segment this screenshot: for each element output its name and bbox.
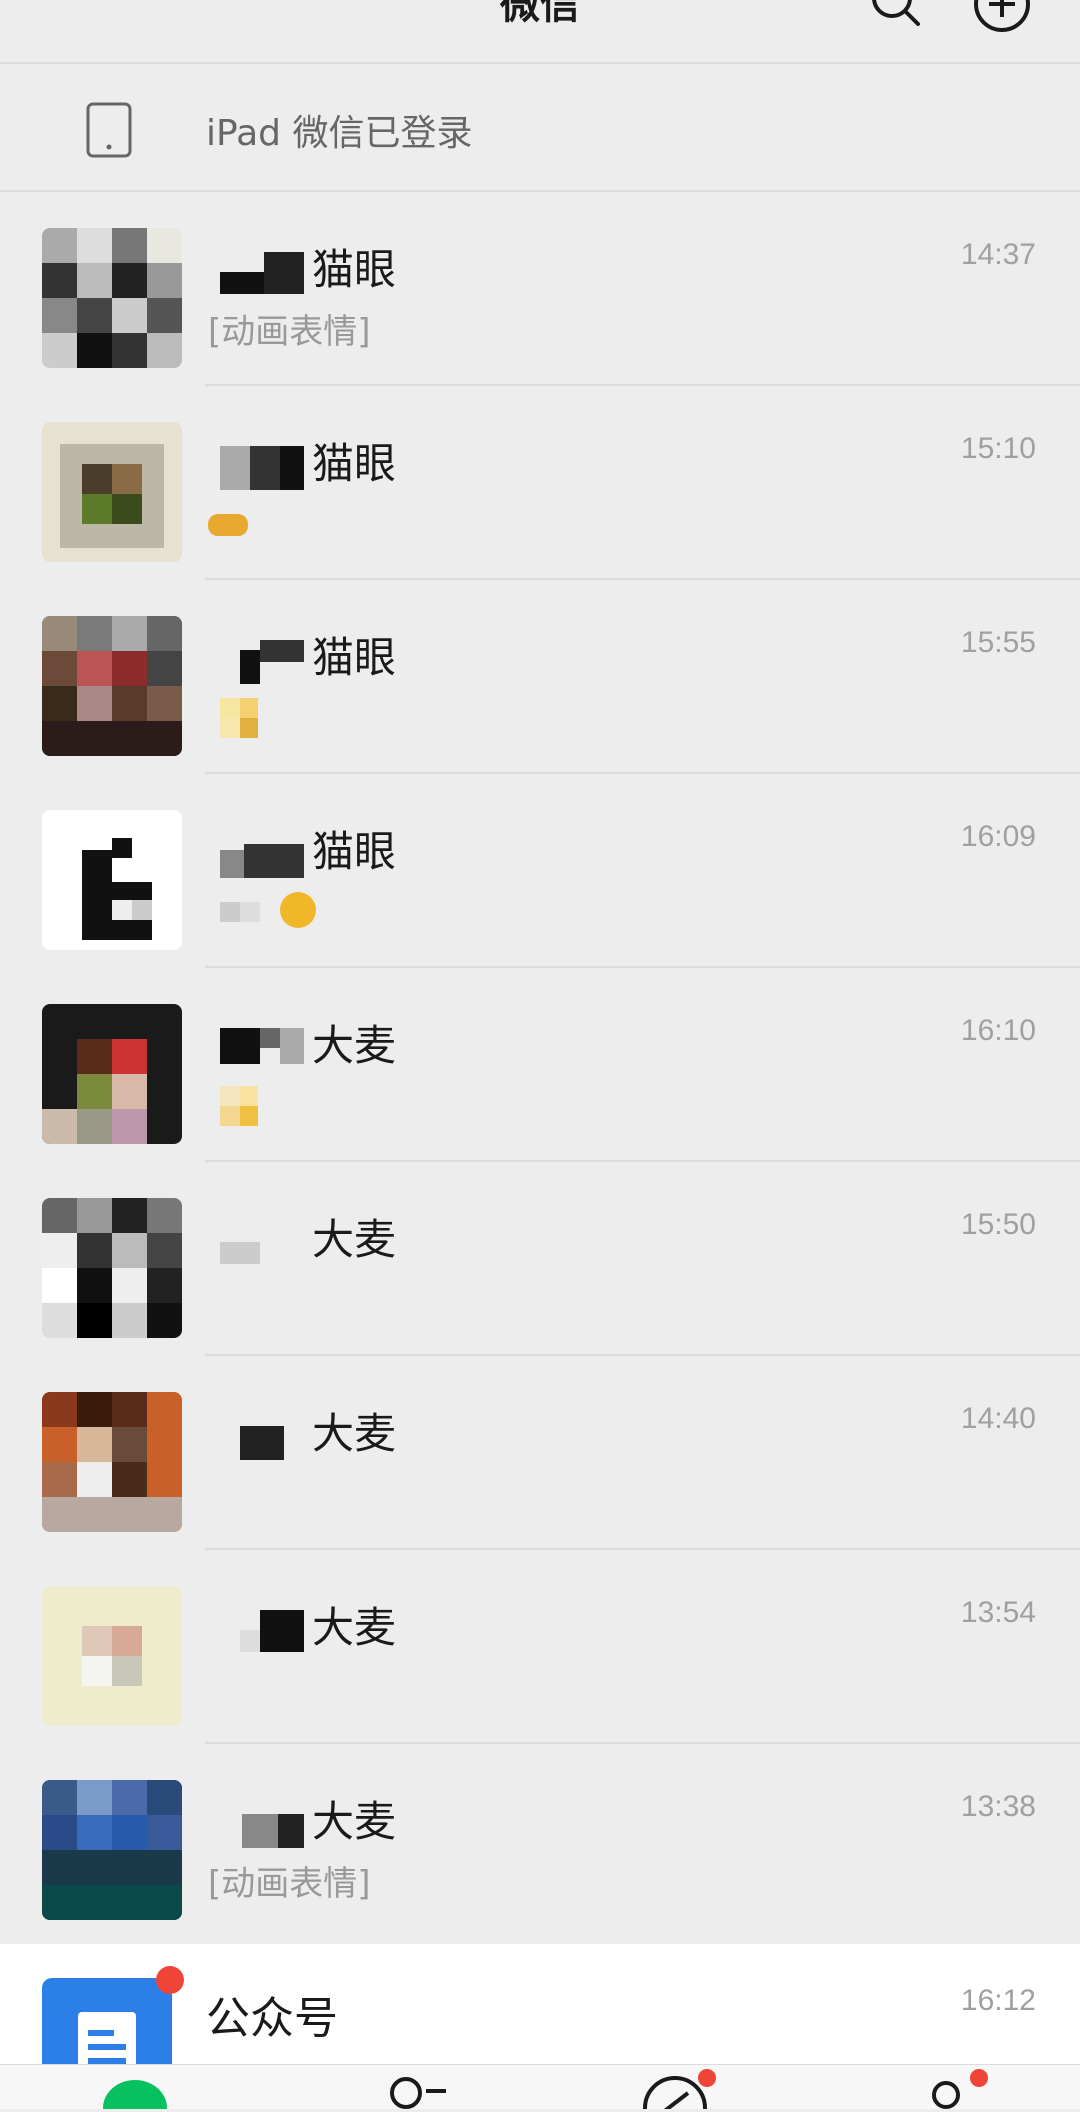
avatar[interactable] [42, 1586, 182, 1726]
chat-time: 14:40 [960, 1402, 1036, 1435]
badge-dot [698, 2069, 716, 2087]
chat-bubble-icon[interactable] [100, 2073, 170, 2109]
chat-time: 16:10 [960, 1014, 1036, 1047]
emoji-preview [220, 892, 320, 942]
avatar[interactable] [42, 810, 182, 950]
chat-time: 15:50 [960, 1208, 1036, 1241]
chat-list-item[interactable]: 猫眼 15:10 [0, 386, 1080, 580]
avatar[interactable] [42, 1198, 182, 1338]
chat-list-item[interactable]: 猫眼 16:09 [0, 774, 1080, 968]
chat-name: 大麦 [312, 1215, 397, 1264]
avatar[interactable] [42, 228, 182, 368]
redacted-name [220, 834, 304, 878]
chat-time: 13:54 [960, 1596, 1036, 1629]
chat-name: 大麦 [312, 1021, 397, 1070]
chat-time: 15:10 [960, 432, 1036, 465]
bottom-tab-bar [0, 2064, 1080, 2109]
avatar[interactable] [42, 1004, 182, 1144]
chat-list: 猫眼 14:37 [动画表情] 猫眼 15:10 猫眼 15:55 猫眼 16:… [0, 192, 1080, 1938]
chat-list-item[interactable]: 猫眼 14:37 [动画表情] [0, 192, 1080, 386]
avatar[interactable] [42, 1392, 182, 1532]
avatar[interactable] [42, 1780, 182, 1920]
redacted-name [220, 1222, 304, 1266]
chat-list-item[interactable]: 大麦 14:40 [0, 1356, 1080, 1550]
chat-list-item[interactable]: 猫眼 15:55 [0, 580, 1080, 774]
redacted-name [220, 446, 304, 490]
chat-list-item[interactable]: 大麦 13:38 [动画表情] [0, 1744, 1080, 1938]
chat-name: 猫眼 [312, 439, 397, 488]
emoji-preview [208, 504, 320, 554]
badge-dot [970, 2069, 988, 2087]
chat-name: 猫眼 [312, 827, 397, 876]
chat-time: 16:09 [960, 820, 1036, 853]
tablet-icon [85, 101, 133, 163]
compass-icon[interactable] [640, 2069, 716, 2109]
chat-time: 15:55 [960, 626, 1036, 659]
redacted-name [220, 1610, 304, 1654]
chat-name: 大麦 [312, 1603, 397, 1652]
contacts-icon[interactable] [380, 2073, 450, 2109]
chat-name: 大麦 [312, 1797, 397, 1846]
redacted-name [220, 1416, 304, 1460]
official-accounts-item[interactable]: 公众号 16:12 [0, 1944, 1080, 2108]
top-bar: 微信 [0, 0, 1080, 64]
redacted-name [220, 1028, 304, 1072]
chat-name: 猫眼 [312, 245, 397, 294]
avatar[interactable] [42, 422, 182, 562]
chat-list-item[interactable]: 大麦 13:54 [0, 1550, 1080, 1744]
chat-name: 猫眼 [312, 633, 397, 682]
chat-time: 13:38 [960, 1790, 1036, 1823]
ipad-login-text: iPad 微信已登录 [206, 113, 473, 154]
plus-circle-icon[interactable] [972, 0, 1032, 38]
search-icon[interactable] [868, 0, 924, 34]
chat-time: 16:12 [960, 1984, 1036, 2017]
redacted-name [220, 1804, 304, 1848]
chat-list-item[interactable]: 大麦 16:10 [0, 968, 1080, 1162]
redacted-name [220, 640, 304, 684]
unread-badge [156, 1966, 184, 1994]
chat-list-item[interactable]: 大麦 15:50 [0, 1162, 1080, 1356]
chat-name: 大麦 [312, 1409, 397, 1458]
chat-name: 公众号 [206, 1993, 338, 2044]
ipad-login-banner[interactable]: iPad 微信已登录 [0, 64, 1080, 192]
emoji-preview [220, 1086, 320, 1136]
avatar[interactable] [42, 616, 182, 756]
chat-preview: [动画表情] [208, 312, 371, 352]
redacted-name [220, 252, 304, 296]
chat-preview: [动画表情] [208, 1864, 371, 1904]
chat-time: 14:37 [960, 238, 1036, 271]
me-icon[interactable] [920, 2069, 990, 2109]
emoji-preview [220, 698, 320, 748]
